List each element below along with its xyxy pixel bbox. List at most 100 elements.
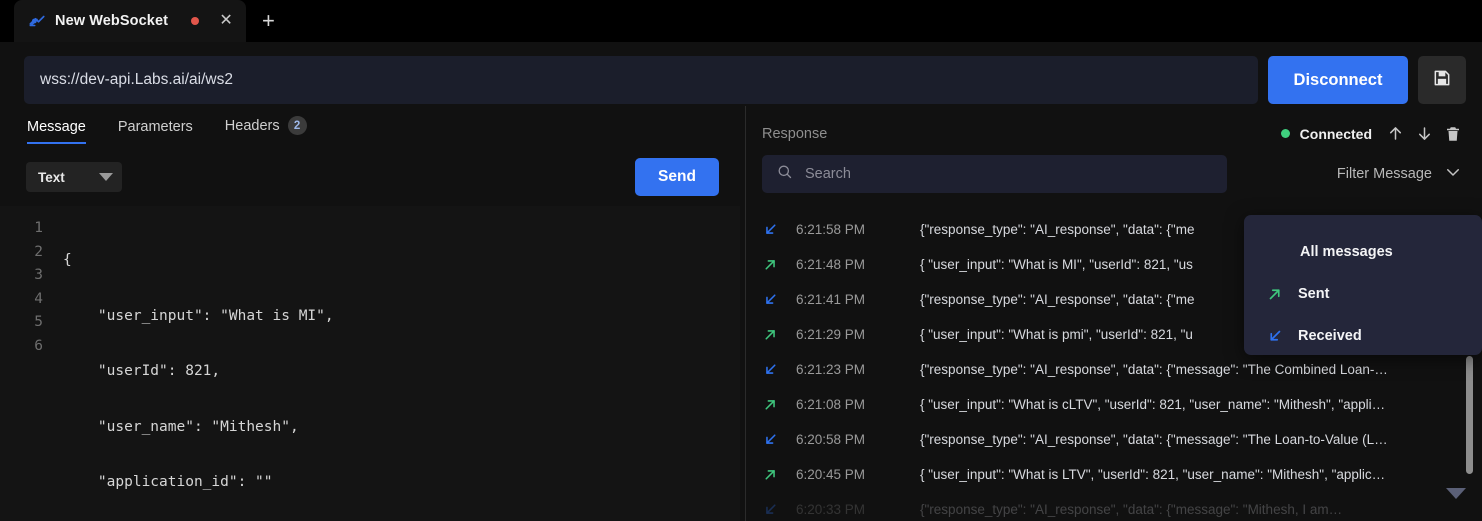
message-time: 6:21:48 PM	[796, 257, 920, 272]
filter-message-label: Filter Message	[1337, 166, 1432, 182]
table-row[interactable]: 6:20:58 PM {"response_type": "AI_respons…	[746, 422, 1482, 457]
websocket-client-window: New WebSocket ✕ + wss://dev-api.Labs.ai/…	[0, 0, 1482, 521]
url-input[interactable]: wss://dev-api.Labs.ai/ai/ws2	[24, 56, 1258, 104]
arrow-up-right-icon	[762, 326, 796, 343]
filter-option-sent[interactable]: Sent	[1244, 273, 1482, 315]
line-number: 5	[0, 311, 43, 335]
message-toolbar: Text Send	[0, 144, 745, 196]
response-search-row: Search Filter Message	[746, 143, 1482, 193]
line-number: 2	[0, 241, 43, 265]
message-preview: { "user_input": "What is pmi", "userId":…	[920, 327, 1193, 342]
message-preview: { "user_input": "What is MI", "userId": …	[920, 257, 1193, 272]
tab-parameters[interactable]: Parameters	[118, 119, 193, 144]
unsaved-indicator-dot	[191, 17, 199, 25]
status-dot	[1281, 129, 1290, 138]
arrow-down-left-icon	[762, 431, 796, 448]
message-preview: { "user_input": "What is cLTV", "userId"…	[920, 397, 1385, 412]
scrollbar-thumb[interactable]	[1466, 356, 1473, 474]
table-row[interactable]: 6:20:45 PM { "user_input": "What is LTV"…	[746, 457, 1482, 492]
message-time: 6:21:23 PM	[796, 362, 920, 377]
filter-message-dropdown[interactable]: Filter Message	[1337, 163, 1462, 186]
message-preview: {"response_type": "AI_response", "data":…	[920, 502, 1342, 517]
chevron-down-icon[interactable]	[1446, 488, 1466, 499]
disconnect-button[interactable]: Disconnect	[1268, 56, 1408, 104]
connection-bar: wss://dev-api.Labs.ai/ai/ws2 Disconnect	[0, 56, 1482, 104]
floppy-disk-icon	[1432, 68, 1452, 93]
tab-message-label: Message	[27, 119, 86, 135]
websocket-icon	[28, 12, 46, 30]
message-preview: {"response_type": "AI_response", "data":…	[920, 432, 1388, 447]
request-tabs: Message Parameters Headers 2	[0, 106, 745, 144]
message-time: 6:20:33 PM	[796, 502, 920, 517]
message-format-value: Text	[38, 170, 65, 185]
arrow-down-left-icon	[762, 221, 796, 238]
search-input[interactable]: Search	[762, 155, 1227, 193]
search-placeholder: Search	[805, 166, 851, 182]
message-editor[interactable]: 1 2 3 4 5 6 { "user_input": "What is MI"…	[0, 206, 740, 521]
message-time: 6:20:58 PM	[796, 432, 920, 447]
message-format-select[interactable]: Text	[26, 162, 122, 192]
response-title: Response	[762, 126, 827, 142]
arrow-up-right-icon	[762, 396, 796, 413]
table-row[interactable]: 6:21:23 PM {"response_type": "AI_respons…	[746, 352, 1482, 387]
message-time: 6:21:29 PM	[796, 327, 920, 342]
arrow-up-right-icon	[1266, 285, 1284, 303]
save-button[interactable]	[1418, 56, 1466, 104]
editor-content[interactable]: { "user_input": "What is MI", "userId": …	[55, 206, 334, 521]
editor-line: {	[63, 249, 334, 273]
tab-new-websocket[interactable]: New WebSocket ✕	[14, 0, 246, 42]
filter-option-all-messages[interactable]: All messages	[1244, 231, 1482, 273]
filter-option-label: All messages	[1300, 244, 1393, 260]
close-icon[interactable]: ✕	[218, 13, 234, 29]
status-badge: Connected	[1300, 126, 1372, 142]
scroll-to-bottom-icon[interactable]	[1415, 124, 1434, 143]
arrow-up-right-icon	[762, 256, 796, 273]
search-icon	[776, 163, 793, 185]
scroll-to-top-icon[interactable]	[1386, 124, 1405, 143]
editor-line: "user_name": "Mithesh",	[63, 416, 334, 440]
table-row[interactable]: 6:20:33 PM {"response_type": "AI_respons…	[746, 492, 1482, 521]
tab-bar: New WebSocket ✕ +	[0, 0, 1482, 42]
response-header: Response Connected	[746, 106, 1482, 143]
line-number: 4	[0, 288, 43, 312]
editor-line-numbers: 1 2 3 4 5 6	[0, 206, 55, 521]
headers-count-badge: 2	[288, 116, 307, 135]
message-preview: {"response_type": "AI_response", "data":…	[920, 362, 1388, 377]
chevron-down-icon	[99, 173, 113, 181]
tab-headers-label: Headers	[225, 118, 280, 134]
chevron-down-icon	[1444, 163, 1462, 186]
send-button[interactable]: Send	[635, 158, 719, 196]
message-preview: {"response_type": "AI_response", "data":…	[920, 292, 1194, 307]
arrow-up-right-icon	[762, 466, 796, 483]
tab-headers[interactable]: Headers 2	[225, 116, 307, 144]
filter-option-label: Sent	[1298, 286, 1329, 302]
line-number: 6	[0, 335, 43, 359]
line-number: 1	[0, 217, 43, 241]
arrow-down-left-icon	[762, 361, 796, 378]
request-panel: Message Parameters Headers 2 Text Send 1…	[0, 106, 745, 521]
url-value: wss://dev-api.Labs.ai/ai/ws2	[40, 71, 233, 89]
table-row[interactable]: 6:21:08 PM { "user_input": "What is cLTV…	[746, 387, 1482, 422]
arrow-down-left-icon	[1266, 327, 1284, 345]
message-time: 6:21:41 PM	[796, 292, 920, 307]
filter-message-menu[interactable]: All messages Sent Received	[1244, 215, 1482, 355]
filter-option-label: Received	[1298, 328, 1362, 344]
message-preview: {"response_type": "AI_response", "data":…	[920, 222, 1194, 237]
connection-status-group: Connected	[1281, 124, 1462, 143]
line-number: 3	[0, 264, 43, 288]
filter-option-received[interactable]: Received	[1244, 315, 1482, 357]
editor-line: "userId": 821,	[63, 360, 334, 384]
arrow-down-left-icon	[762, 501, 796, 518]
message-preview: { "user_input": "What is LTV", "userId":…	[920, 467, 1385, 482]
tab-title: New WebSocket	[55, 13, 168, 29]
response-panel: Response Connected	[746, 106, 1482, 521]
message-time: 6:21:08 PM	[796, 397, 920, 412]
arrow-down-left-icon	[762, 291, 796, 308]
message-time: 6:21:58 PM	[796, 222, 920, 237]
editor-line: "application_id": ""	[63, 471, 334, 495]
tab-parameters-label: Parameters	[118, 119, 193, 135]
delete-icon[interactable]	[1444, 125, 1462, 143]
tab-message[interactable]: Message	[27, 119, 86, 144]
new-tab-button[interactable]: +	[262, 10, 275, 32]
editor-line: "user_input": "What is MI",	[63, 305, 334, 329]
